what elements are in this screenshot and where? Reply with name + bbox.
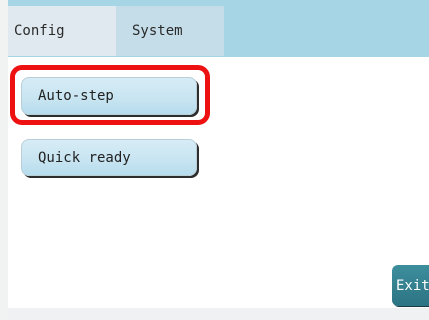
exit-label: Exit: [396, 277, 429, 294]
auto-step-button[interactable]: Auto-step: [21, 77, 197, 115]
exit-button[interactable]: Exit: [392, 265, 429, 306]
settings-screen: Config System Auto-step Quick ready Exit: [0, 0, 429, 320]
bottom-bar: [8, 308, 429, 320]
tab-config-label: Config: [14, 23, 65, 39]
quick-ready-label: Quick ready: [38, 149, 131, 166]
tab-config[interactable]: Config: [8, 6, 116, 56]
quick-ready-button[interactable]: Quick ready: [21, 139, 197, 176]
auto-step-label: Auto-step: [38, 88, 114, 104]
left-border: [0, 0, 8, 320]
tab-system[interactable]: System: [116, 6, 224, 56]
tab-system-label: System: [132, 23, 183, 39]
